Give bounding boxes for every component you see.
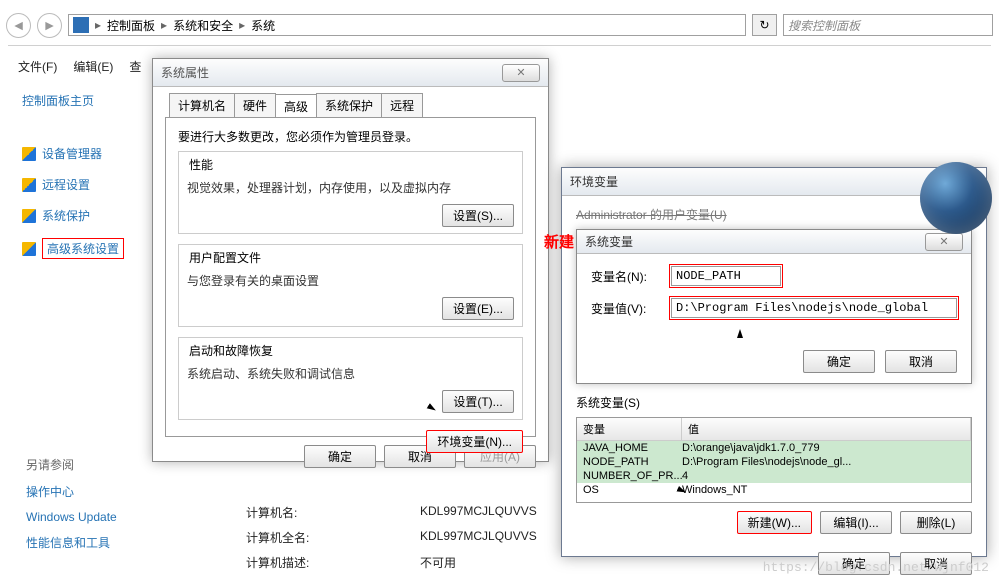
tab-advanced[interactable]: 高级: [275, 94, 317, 118]
settings-startup-button[interactable]: 设置(T)...: [442, 390, 514, 413]
breadcrumb[interactable]: 系统: [251, 17, 275, 34]
refresh-button[interactable]: ↻: [752, 14, 777, 36]
sidebar: 控制面板主页 设备管理器 远程设置 系统保护 高级系统设置: [0, 82, 145, 273]
dialog-titlebar[interactable]: 系统属性 ✕: [153, 59, 548, 87]
edit-var-button[interactable]: 编辑(I)...: [820, 511, 892, 534]
dialog-title: 系统属性: [161, 64, 209, 81]
env-vars-button[interactable]: 环境变量(N)...: [426, 430, 523, 453]
new-var-button[interactable]: 新建(W)...: [737, 511, 812, 534]
sidebar-item-protection[interactable]: 系统保护: [22, 207, 133, 224]
see-also-header: 另请参阅: [26, 456, 145, 473]
see-also-link[interactable]: 操作中心: [26, 483, 145, 500]
computer-info: 计算机名:KDL997MCJLQUVVS 计算机全名:KDL997MCJLQUV…: [246, 504, 537, 579]
shield-icon: [22, 147, 36, 161]
watermark: https://blog.csdn.net/wjnf012: [763, 560, 989, 575]
system-vars-header: 系统变量(S): [576, 394, 972, 411]
dialog-titlebar[interactable]: 系统变量 ✕: [577, 230, 971, 254]
tab-hardware[interactable]: 硬件: [234, 93, 276, 117]
ok-button[interactable]: 确定: [803, 350, 875, 373]
control-panel-icon: [73, 17, 89, 33]
list-item[interactable]: NODE_PATHD:\Program Files\nodejs\node_gl…: [577, 455, 971, 469]
settings-perf-button[interactable]: 设置(S)...: [442, 204, 514, 227]
system-properties-dialog: 系统属性 ✕ 计算机名 硬件 高级 系统保护 远程 要进行大多数更改，您必须作为…: [152, 58, 549, 462]
tab-remote[interactable]: 远程: [381, 93, 423, 117]
search-input[interactable]: 搜索控制面板: [783, 14, 993, 36]
tab-strip: 计算机名 硬件 高级 系统保护 远程: [169, 93, 548, 117]
group-performance: 性能 视觉效果，处理器计划，内存使用，以及虚拟内存 设置(S)...: [178, 151, 523, 234]
breadcrumb[interactable]: 控制面板: [107, 17, 155, 34]
var-value-label: 变量值(V):: [591, 300, 671, 317]
see-also-link[interactable]: 性能信息和工具: [26, 534, 145, 551]
see-also-panel: 另请参阅 操作中心 Windows Update 性能信息和工具: [0, 456, 145, 561]
list-item[interactable]: OSWindows_NT: [577, 483, 971, 497]
sidebar-item-device-manager[interactable]: 设备管理器: [22, 145, 133, 162]
dialog-title: 系统变量: [585, 233, 633, 250]
system-vars-list[interactable]: 变量值 JAVA_HOMED:\orange\java\jdk1.7.0_779…: [576, 417, 972, 503]
shield-icon: [22, 209, 36, 223]
address-breadcrumb[interactable]: ▸ 控制面板 ▸ 系统和安全 ▸ 系统: [68, 14, 746, 36]
env-vars-dialog: 环境变量 ✕ Administrator 的用户变量(U) 新建 系统变量 ✕ …: [561, 167, 987, 557]
settings-profile-button[interactable]: 设置(E)...: [442, 297, 514, 320]
list-item[interactable]: NUMBER_OF_PR...4: [577, 469, 971, 483]
list-header: 变量值: [577, 418, 971, 441]
menu-bar: 文件(F) 编辑(E) 查: [0, 58, 141, 80]
sidebar-home-link[interactable]: 控制面板主页: [22, 92, 133, 109]
group-profiles: 用户配置文件 与您登录有关的桌面设置 设置(E)...: [178, 244, 523, 327]
windows-orb-graphic: [920, 162, 992, 234]
annotation-new: 新建: [544, 231, 574, 252]
divider: [8, 45, 991, 46]
close-icon[interactable]: ✕: [502, 64, 540, 82]
sidebar-item-advanced[interactable]: 高级系统设置: [22, 238, 133, 259]
user-vars-header: Administrator 的用户变量(U): [576, 206, 972, 223]
see-also-link[interactable]: Windows Update: [26, 510, 145, 524]
sidebar-item-remote[interactable]: 远程设置: [22, 176, 133, 193]
intro-text: 要进行大多数更改，您必须作为管理员登录。: [178, 128, 523, 145]
tab-protection[interactable]: 系统保护: [316, 93, 382, 117]
nav-forward-button[interactable]: ►: [37, 13, 62, 38]
menu-file[interactable]: 文件(F): [18, 58, 57, 80]
nav-back-button[interactable]: ◄: [6, 13, 31, 38]
var-value-input[interactable]: [671, 298, 957, 318]
cancel-button[interactable]: 取消: [885, 350, 957, 373]
tab-computer-name[interactable]: 计算机名: [169, 93, 235, 117]
shield-icon: [22, 178, 36, 192]
group-startup: 启动和故障恢复 系统启动、系统失败和调试信息 设置(T)...: [178, 337, 523, 420]
menu-edit[interactable]: 编辑(E): [73, 58, 113, 80]
menu-view[interactable]: 查: [129, 58, 141, 80]
new-system-variable-dialog: 系统变量 ✕ 变量名(N): 变量值(V): 确定 取消: [576, 229, 972, 384]
breadcrumb[interactable]: 系统和安全: [173, 17, 233, 34]
shield-icon: [22, 242, 36, 256]
close-icon[interactable]: ✕: [925, 233, 963, 251]
var-name-input[interactable]: [671, 266, 781, 286]
delete-var-button[interactable]: 删除(L): [900, 511, 972, 534]
dialog-title: 环境变量: [570, 173, 618, 190]
var-name-label: 变量名(N):: [591, 268, 671, 285]
list-item[interactable]: JAVA_HOMED:\orange\java\jdk1.7.0_779: [577, 441, 971, 455]
